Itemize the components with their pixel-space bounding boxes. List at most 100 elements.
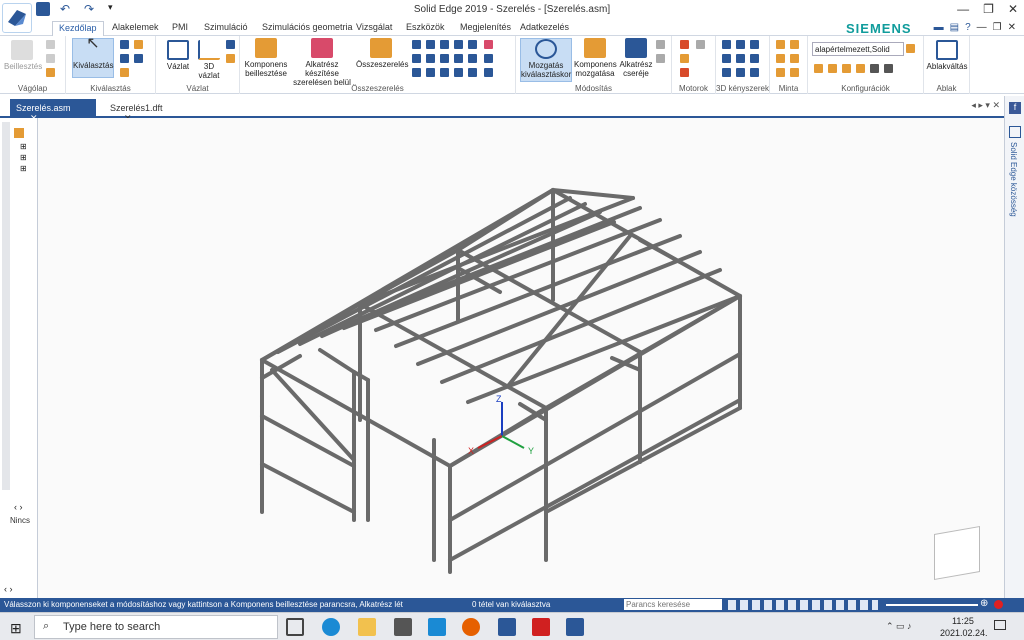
relation-icon-18[interactable] [484, 68, 493, 77]
taskbar-search[interactable]: ⌕ Type here to search [34, 615, 278, 639]
config-icon-2[interactable] [828, 64, 837, 73]
facebook-icon[interactable]: f [1009, 102, 1021, 114]
record-icon[interactable] [994, 600, 1003, 609]
edge-icon[interactable] [322, 618, 340, 636]
copy-icon[interactable] [46, 54, 55, 63]
3d-viewport[interactable]: Z X Y [38, 118, 1004, 600]
relation-icon-3[interactable] [440, 40, 449, 49]
notification-icon[interactable] [994, 620, 1006, 630]
relation-icon-12[interactable] [484, 54, 493, 63]
modify-icon-1[interactable] [656, 40, 665, 49]
relation-icon-5[interactable] [468, 40, 477, 49]
rel3d-icon-2[interactable] [736, 40, 745, 49]
rel3d-icon-5[interactable] [736, 54, 745, 63]
modify-icon-2[interactable] [656, 54, 665, 63]
vertical-scrollbar[interactable] [2, 122, 10, 490]
minimize-doc-icon[interactable]: — [977, 22, 987, 33]
select-filter-icon[interactable] [134, 40, 143, 49]
paste-button[interactable]: Beillesztés [4, 40, 42, 71]
clock-date[interactable]: 2021.02.24. [940, 628, 988, 638]
cut-icon[interactable] [46, 40, 55, 49]
config-icon-3[interactable] [842, 64, 851, 73]
insert-component-button[interactable]: Komponens beillesztése [244, 38, 288, 78]
relation-icon-4[interactable] [454, 40, 463, 49]
rel3d-icon-3[interactable] [750, 40, 759, 49]
file-explorer-icon[interactable] [358, 618, 376, 636]
community-panel-icon[interactable] [1009, 126, 1021, 138]
close-doc-icon[interactable]: ✕ [1008, 22, 1016, 33]
pattern-icon-4[interactable] [790, 54, 799, 63]
panel-icon[interactable]: ▤ [950, 22, 959, 33]
tray-icons[interactable]: ⌃ ▭ ♪ [886, 621, 912, 632]
view-toolbar[interactable] [728, 600, 878, 610]
config-icon-1[interactable] [814, 64, 823, 73]
motor-sim-icon[interactable] [696, 40, 705, 49]
select-box-icon[interactable] [120, 54, 129, 63]
move-component-button[interactable]: Komponens mozgatása [574, 38, 617, 78]
relation-icon-1[interactable] [412, 40, 421, 49]
clock-time[interactable]: 11:25 [952, 616, 974, 626]
command-search-input[interactable] [624, 599, 722, 610]
sketch-button[interactable]: Vázlat [160, 40, 196, 71]
tab-adatkezeles[interactable]: Adatkezelés [514, 21, 575, 36]
zoom-in-icon[interactable]: ⊕ [980, 598, 988, 609]
word-icon[interactable] [566, 618, 584, 636]
pattern-icon-6[interactable] [790, 68, 799, 77]
doc-tab-assembly[interactable]: Szerelés.asm ✕ [10, 99, 96, 123]
rel3d-icon-4[interactable] [722, 54, 731, 63]
rel3d-icon-1[interactable] [722, 40, 731, 49]
relation-icon-17[interactable] [468, 68, 477, 77]
relation-icon-6[interactable] [484, 40, 493, 49]
rel3d-icon-7[interactable] [722, 68, 731, 77]
acrobat-icon[interactable] [532, 618, 550, 636]
pattern-icon-1[interactable] [776, 40, 785, 49]
assemble-button[interactable]: Összeszerelés [356, 38, 408, 69]
store-icon[interactable] [394, 618, 412, 636]
motor-play-icon[interactable] [680, 68, 689, 77]
relation-icon-16[interactable] [454, 68, 463, 77]
relation-icon-10[interactable] [454, 54, 463, 63]
scroll-arrows[interactable]: ‹ › [14, 502, 23, 512]
configuration-select[interactable]: alapértelmezett,Solid [812, 42, 904, 56]
relation-icon-8[interactable] [426, 54, 435, 63]
tab-szimulacio[interactable]: Szimuláció [198, 21, 254, 36]
pattern-icon-3[interactable] [776, 54, 785, 63]
ribbon-collapse-icon[interactable]: ▬ [934, 22, 944, 33]
tree-root-icon[interactable] [14, 128, 24, 138]
task-view-icon[interactable] [286, 618, 304, 636]
doc-tab-draft[interactable]: Szerelés1.dft ✕ [104, 99, 188, 123]
close-icon[interactable]: ✕ [1008, 2, 1018, 16]
tab-pmi[interactable]: PMI [166, 21, 194, 36]
rel3d-icon-8[interactable] [736, 68, 745, 77]
minimize-icon[interactable]: — [957, 2, 969, 16]
relation-icon-11[interactable] [468, 54, 477, 63]
tab-alakelemek[interactable]: Alakelemek [106, 21, 165, 36]
relation-icon-13[interactable] [412, 68, 421, 77]
tab-szimulacios-geometria[interactable]: Szimulációs geometria [256, 21, 359, 36]
format-icon[interactable] [46, 68, 55, 77]
start-icon[interactable]: ⊞ [10, 620, 22, 637]
scroll-arrows[interactable]: ‹ › [4, 584, 13, 594]
steel-frame-model[interactable] [38, 118, 1004, 600]
zoom-slider[interactable] [886, 604, 978, 606]
help-icon[interactable]: ? [965, 22, 971, 33]
motor-anim-icon[interactable] [680, 54, 689, 63]
select-misc-icon[interactable] [120, 68, 129, 77]
motor-icon[interactable] [680, 40, 689, 49]
tab-eszkozok[interactable]: Eszközök [400, 21, 451, 36]
create-part-in-place-button[interactable]: Alkatrész készítése szerelésen belül [290, 38, 354, 87]
tree-expand-icon[interactable]: ⊞ [20, 142, 27, 151]
firefox-icon[interactable] [462, 618, 480, 636]
select-tool-icon[interactable] [134, 54, 143, 63]
rel3d-icon-6[interactable] [750, 54, 759, 63]
config-icon-6[interactable] [884, 64, 893, 73]
tree-expand-icon[interactable]: ⊞ [20, 164, 27, 173]
community-label[interactable]: Solid Edge közösség [1009, 142, 1018, 217]
mail-icon[interactable] [428, 618, 446, 636]
select-button[interactable]: ↖ Kiválasztás [72, 36, 114, 78]
select-option-icon[interactable] [120, 40, 129, 49]
pattern-icon-2[interactable] [790, 40, 799, 49]
sketch3d-button[interactable]: 3D vázlat [194, 40, 224, 80]
relation-icon-15[interactable] [440, 68, 449, 77]
rel3d-icon-9[interactable] [750, 68, 759, 77]
